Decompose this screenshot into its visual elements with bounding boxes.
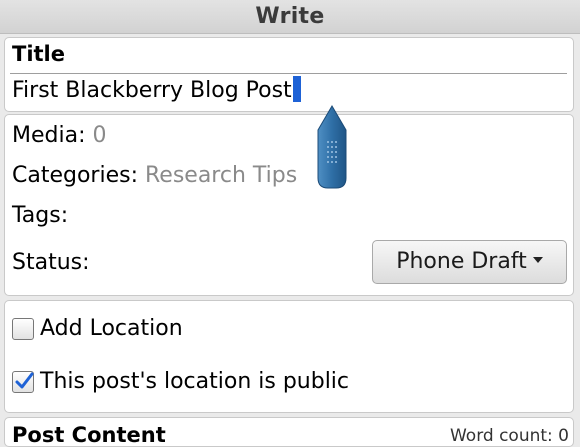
post-content-label: Post Content [12,423,166,447]
media-row[interactable]: Media: 0 [12,123,107,148]
media-count: 0 [92,123,107,148]
page-title: Write [255,4,325,29]
title-input-text: First Blackberry Blog Post [12,78,292,103]
tags-label: Tags: [12,203,69,228]
app-header: Write [0,0,580,34]
categories-row[interactable]: Categories: Research Tips [12,163,297,188]
status-label: Status: [12,250,90,275]
post-content-section: Post Content Word count: 0 [4,417,574,447]
text-caret [292,76,301,102]
status-dropdown[interactable]: Phone Draft [372,240,567,284]
status-value: Phone Draft [396,249,527,274]
public-location-row[interactable]: This post's location is public [12,369,349,394]
tags-row[interactable]: Tags: [12,203,68,228]
media-label: Media: [12,123,86,148]
title-label: Title [12,42,66,66]
checkmark-icon [15,372,34,388]
title-section: Title First Blackberry Blog Post [4,37,574,112]
word-count: Word count: 0 [449,426,569,446]
categories-label: Categories: [12,163,138,188]
metadata-section: Media: 0 Categories: Research Tips Tags:… [4,114,574,296]
add-location-label: Add Location [40,316,183,341]
add-location-row[interactable]: Add Location [12,316,183,341]
public-location-checkbox[interactable] [12,370,34,393]
add-location-checkbox[interactable] [12,317,34,340]
cursor-handle-icon[interactable] [316,104,348,190]
dropdown-arrow-icon [532,257,543,263]
location-section: Add Location This post's location is pub… [4,300,574,413]
categories-value: Research Tips [145,163,298,188]
title-input[interactable]: First Blackberry Blog Post [10,73,567,107]
public-location-label: This post's location is public [40,369,350,394]
